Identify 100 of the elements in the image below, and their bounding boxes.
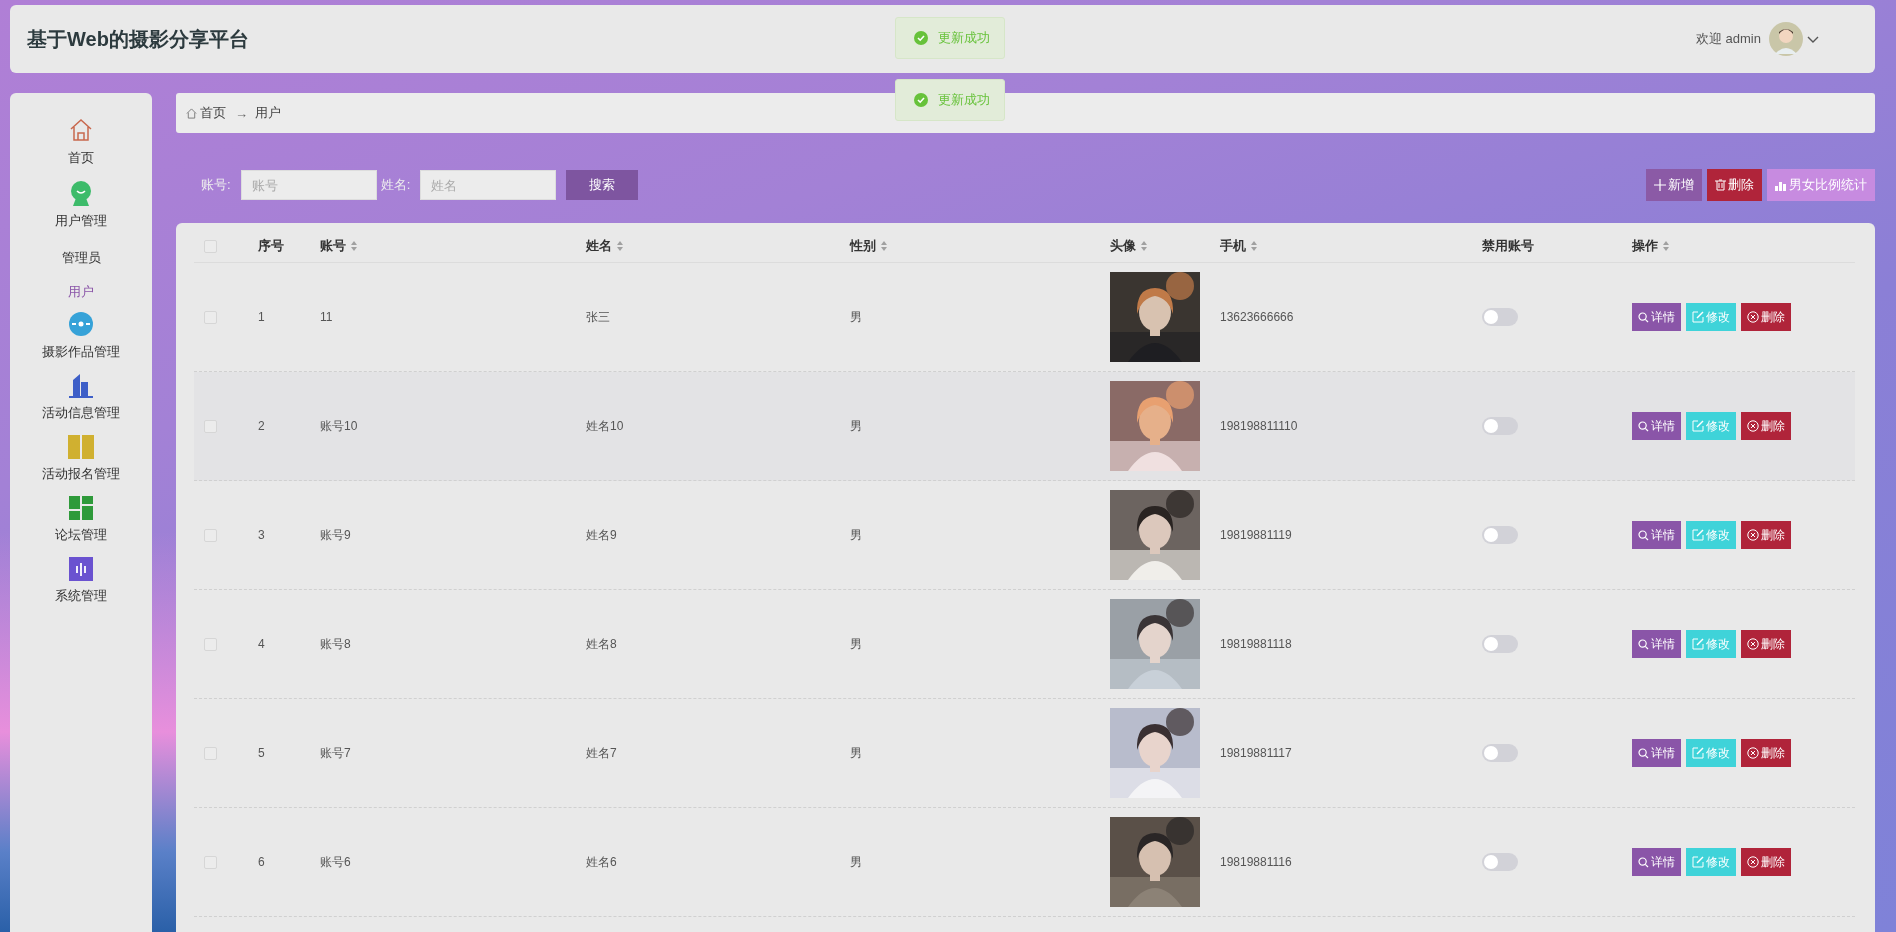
table-cell: 账号6 bbox=[320, 853, 351, 871]
plus-icon bbox=[1654, 179, 1666, 191]
delete-button[interactable]: 删除 bbox=[1741, 412, 1791, 440]
edit-icon bbox=[1692, 638, 1704, 650]
toast-text: 更新成功 bbox=[938, 91, 990, 109]
menu-item[interactable]: 用户管理 bbox=[55, 180, 107, 230]
table-cell: 姓名6 bbox=[586, 853, 617, 871]
check-circle-icon bbox=[914, 31, 928, 45]
toggle-switch[interactable] bbox=[1482, 417, 1518, 435]
delete-button[interactable]: 删除 bbox=[1741, 739, 1791, 767]
book-icon bbox=[68, 435, 94, 459]
close-circle-icon bbox=[1747, 420, 1759, 432]
table-cell: 2 bbox=[258, 419, 265, 433]
table-cell: 姓名10 bbox=[586, 417, 624, 435]
menu-item[interactable]: 系统管理 bbox=[55, 557, 107, 605]
toast-text: 更新成功 bbox=[938, 29, 990, 47]
sort-icon[interactable] bbox=[1140, 240, 1148, 252]
close-circle-icon bbox=[1747, 529, 1759, 541]
breadcrumb-link[interactable]: 首页 bbox=[200, 104, 226, 122]
menu-label: 活动信息管理 bbox=[42, 404, 120, 422]
menu-label: 首页 bbox=[68, 149, 94, 167]
column-header: 禁用账号 bbox=[1482, 237, 1534, 255]
edit-icon bbox=[1692, 311, 1704, 323]
table-cell: 男 bbox=[850, 744, 862, 762]
column-header[interactable]: 操作 bbox=[1632, 237, 1658, 255]
table-cell: 张三 bbox=[586, 308, 610, 326]
detail-button[interactable]: 详情 bbox=[1632, 630, 1681, 658]
column-header[interactable]: 头像 bbox=[1110, 237, 1136, 255]
trash-icon bbox=[1715, 179, 1726, 191]
menu-item[interactable]: 论坛管理 bbox=[55, 496, 107, 544]
table-cell: 19819881118 bbox=[1220, 637, 1292, 651]
column-header[interactable]: 性别 bbox=[850, 237, 876, 255]
delete-button[interactable]: 删除 bbox=[1741, 848, 1791, 876]
table-cell: 男 bbox=[850, 853, 862, 871]
menu-label: 摄影作品管理 bbox=[42, 343, 120, 361]
column-header[interactable]: 姓名 bbox=[586, 237, 612, 255]
search-icon bbox=[1638, 856, 1649, 868]
toggle-switch[interactable] bbox=[1482, 744, 1518, 762]
menu-label: 用户管理 bbox=[55, 212, 107, 230]
breadcrumb-link[interactable]: 用户 bbox=[255, 104, 281, 122]
sort-icon[interactable] bbox=[1662, 240, 1670, 252]
table-cell: 账号7 bbox=[320, 744, 351, 762]
column-header[interactable]: 手机 bbox=[1220, 237, 1246, 255]
table-cell: 1 bbox=[258, 310, 265, 324]
search-field[interactable]: 账号 bbox=[240, 170, 377, 200]
edit-icon bbox=[1692, 856, 1704, 868]
table-cell: 5 bbox=[258, 746, 265, 760]
detail-button[interactable]: 详情 bbox=[1632, 412, 1681, 440]
menu-item[interactable]: 活动报名管理 bbox=[42, 435, 120, 483]
close-circle-icon bbox=[1747, 638, 1759, 650]
table-cell: 3 bbox=[258, 528, 265, 542]
field-label: 姓名: bbox=[380, 176, 411, 194]
table-cell: 男 bbox=[850, 526, 862, 544]
search-icon bbox=[1638, 529, 1649, 541]
add-button[interactable]: 新增 bbox=[1646, 169, 1702, 201]
toggle-switch[interactable] bbox=[1482, 635, 1518, 653]
menu-item[interactable]: 摄影作品管理 bbox=[42, 311, 120, 361]
caret-icon[interactable] bbox=[1807, 34, 1819, 44]
submenu-item[interactable]: 用户 bbox=[68, 277, 94, 311]
column-header: 序号 bbox=[258, 237, 284, 255]
table-cell: 男 bbox=[850, 635, 862, 653]
user-icon bbox=[69, 180, 93, 206]
delete-button[interactable]: 删除 bbox=[1741, 521, 1791, 549]
table-cell: 账号8 bbox=[320, 635, 351, 653]
menu-label: 系统管理 bbox=[55, 587, 107, 605]
delete-button[interactable]: 删除 bbox=[1741, 303, 1791, 331]
table-cell: 姓名9 bbox=[586, 526, 617, 544]
sort-icon[interactable] bbox=[880, 240, 888, 252]
delete-button[interactable]: 删除 bbox=[1741, 630, 1791, 658]
close-circle-icon bbox=[1747, 856, 1759, 868]
menu-label: 论坛管理 bbox=[55, 526, 107, 544]
detail-button[interactable]: 详情 bbox=[1632, 848, 1681, 876]
edit-icon bbox=[1692, 420, 1704, 432]
edit-icon bbox=[1692, 747, 1704, 759]
detail-button[interactable]: 详情 bbox=[1632, 739, 1681, 767]
table-cell: 11 bbox=[320, 310, 333, 324]
table-cell: 4 bbox=[258, 637, 265, 651]
menu-item[interactable]: 首页 bbox=[68, 117, 94, 167]
sort-icon[interactable] bbox=[350, 240, 358, 252]
breadcrumb-separator: → bbox=[235, 105, 248, 121]
sort-icon[interactable] bbox=[1250, 240, 1258, 252]
table-cell: 13623666666 bbox=[1220, 310, 1294, 324]
table-cell: 姓名7 bbox=[586, 744, 617, 762]
sort-icon[interactable] bbox=[616, 240, 624, 252]
detail-button[interactable]: 详情 bbox=[1632, 521, 1681, 549]
toggle-switch[interactable] bbox=[1482, 526, 1518, 544]
close-circle-icon bbox=[1747, 311, 1759, 323]
delete-button[interactable]: 删除 bbox=[1707, 169, 1762, 201]
search-icon bbox=[1638, 311, 1649, 323]
menu-item[interactable]: 活动信息管理 bbox=[42, 374, 120, 422]
table-cell: 姓名8 bbox=[586, 635, 617, 653]
search-button[interactable]: 搜索 bbox=[566, 170, 639, 200]
column-header[interactable]: 账号 bbox=[320, 237, 346, 255]
check-circle-icon bbox=[914, 93, 928, 107]
submenu-item[interactable]: 管理员 bbox=[61, 243, 101, 277]
toggle-switch[interactable] bbox=[1482, 853, 1518, 871]
detail-button[interactable]: 详情 bbox=[1632, 303, 1681, 331]
search-field[interactable]: 姓名 bbox=[420, 170, 557, 200]
toggle-switch[interactable] bbox=[1482, 308, 1518, 326]
building-icon bbox=[67, 374, 95, 398]
